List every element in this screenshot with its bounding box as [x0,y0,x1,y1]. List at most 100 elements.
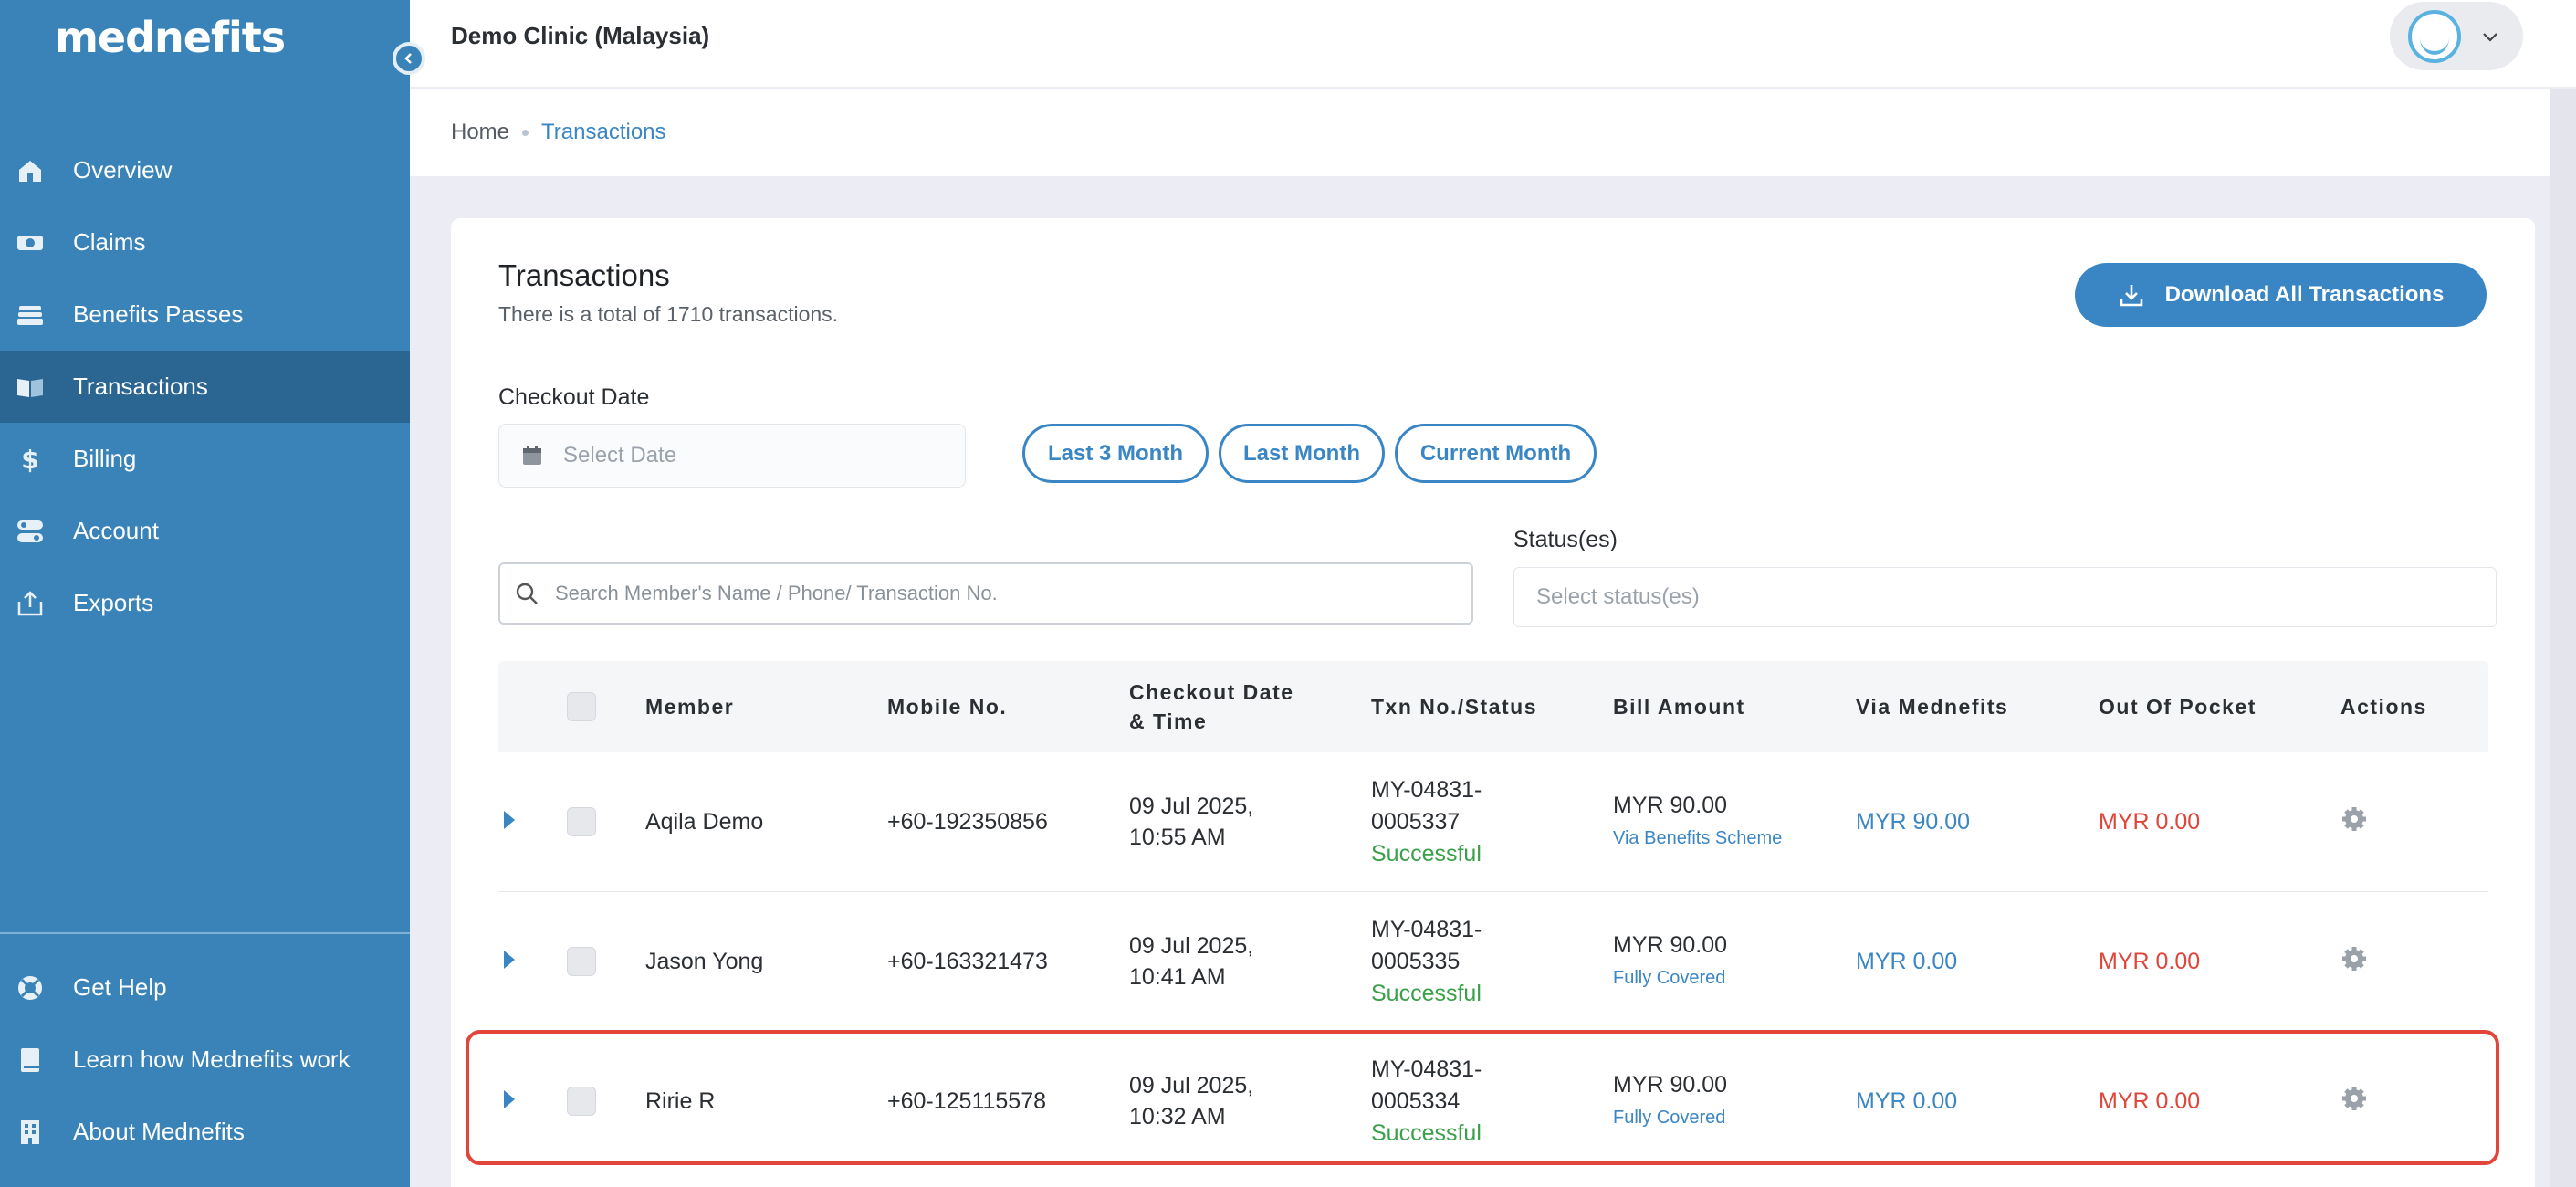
header-select [567,692,645,721]
sidebar-item-account[interactable]: Account [0,495,410,567]
sidebar-item-label: Learn how Mednefits work [73,1045,351,1073]
select-cell [567,807,645,836]
page-edge [2550,89,2576,1187]
bill-cell: MYR 90.00 Fully Covered [1613,929,1856,994]
transactions-card: Transactions There is a total of 1710 tr… [451,218,2535,1187]
row-checkbox[interactable] [567,807,596,836]
sidebar-item-label: Transactions [73,373,208,400]
current-month-button[interactable]: Current Month [1395,424,1597,483]
svg-text:$: $ [21,445,38,474]
via-mednefits-amount: MYR 0.00 [1856,1087,1958,1114]
checkout-time: 10:55 AM [1129,825,1226,850]
gear-icon[interactable] [2340,805,2368,833]
money-icon [15,227,46,258]
bill-cell: MYR 90.00 Fully Covered [1613,1068,1856,1134]
sidebar-item-benefits-passes[interactable]: Benefits Passes [0,278,410,351]
header-checkout[interactable]: Checkout Date & Time [1129,678,1371,736]
txn-cell: MY-04831- 0005337 Successful [1371,774,1613,870]
checkout-date-label: Checkout Date [498,384,650,410]
header-mobile[interactable]: Mobile No. [887,695,1129,720]
bill-cell: MYR 90.00 Via Benefits Scheme [1613,789,1856,855]
expand-caret-icon[interactable] [504,810,515,829]
status-select[interactable]: Select status(es) [1513,567,2497,627]
search-input[interactable]: Search Member's Name / Phone/ Transactio… [498,562,1473,625]
via-mednefits-amount: MYR 0.00 [1856,948,1958,974]
sidebar-item-label: Account [73,517,159,544]
page-title: Transactions [498,258,670,292]
sidebar-item-label: About Mednefits [73,1118,245,1145]
user-menu[interactable] [2390,2,2523,70]
gear-icon[interactable] [2340,945,2368,972]
last-month-button[interactable]: Last Month [1219,424,1385,483]
header-checkout-line1: Checkout Date [1129,680,1294,704]
status-placeholder: Select status(es) [1536,584,1700,609]
header-actions: Actions [2340,694,2427,719]
txn-status: Successful [1371,1119,1482,1146]
mobile-number: +60-125115578 [887,1087,1047,1114]
bill-amount: MYR 90.00 [1613,1072,1728,1098]
select-all-checkbox[interactable] [567,692,596,721]
download-icon [2120,285,2142,307]
sidebar-item-transactions[interactable]: Transactions [0,351,410,423]
last-3-month-button[interactable]: Last 3 Month [1022,424,1209,483]
member-name: Jason Yong [645,948,764,974]
sidebar-collapse-button[interactable] [393,42,425,75]
member-name: Aqila Demo [645,808,764,835]
sidebar-item-claims[interactable]: Claims [0,206,410,278]
checkout-datetime: 09 Jul 2025, 10:55 AM [1129,791,1371,853]
txn-number-part2: 0005337 [1371,808,1461,835]
expand-cell [498,1088,567,1115]
table-row[interactable]: Aqila Demo +60-192350856 09 Jul 2025, 10… [498,752,2488,892]
checkout-date: 09 Jul 2025, [1129,793,1254,819]
txn-number-part1: MY-04831- [1371,1056,1482,1082]
breadcrumb-home[interactable]: Home [451,120,509,145]
book-icon [15,372,46,403]
mobile-number: +60-163321473 [887,948,1048,974]
table-row[interactable]: Jason Yong +60-163321473 09 Jul 2025, 10… [498,892,2488,1032]
transactions-table: Member Mobile No. Checkout Date & Time T… [498,661,2488,1171]
export-icon [15,588,46,619]
sidebar-item-label: Overview [73,156,173,184]
actions-cell [2340,805,2477,839]
header-member[interactable]: Member [645,695,887,720]
mednefits-logo[interactable]: mednefits [55,13,286,62]
actions-cell [2340,1085,2477,1119]
table-row[interactable]: Ririe R +60-125115578 09 Jul 2025, 10:32… [498,1032,2488,1171]
sidebar-item-overview[interactable]: Overview [0,134,410,206]
book-closed-icon [15,1045,46,1076]
expand-caret-icon[interactable] [504,1089,515,1108]
sidebar-divider [0,932,410,934]
txn-cell: MY-04831- 0005334 Successful [1371,1054,1613,1150]
sidebar-item-exports[interactable]: Exports [0,567,410,639]
dollar-icon: $ [15,444,46,475]
header-via[interactable]: Via Mednefits [1856,695,2099,720]
search-icon [516,583,538,604]
chevron-left-icon [404,53,412,64]
row-checkbox[interactable] [567,1087,596,1116]
download-all-button[interactable]: Download All Transactions [2075,263,2487,327]
gear-icon[interactable] [2340,1085,2368,1112]
sidebar-item-about[interactable]: About Mednefits [0,1096,410,1168]
top-header: Demo Clinic (Malaysia) [410,0,2576,88]
bill-amount: MYR 90.00 [1613,793,1728,818]
sidebar-item-billing[interactable]: $ Billing [0,423,410,495]
sidebar-item-get-help[interactable]: Get Help [0,951,410,1024]
checkout-date-field[interactable]: Select Date [498,424,966,488]
bill-note: Fully Covered [1613,1108,1726,1128]
row-checkbox[interactable] [567,947,596,976]
checkout-datetime: 09 Jul 2025, 10:32 AM [1129,1070,1371,1132]
breadcrumb-current: Transactions [541,120,666,144]
bill-note: Fully Covered [1613,968,1726,988]
header-txn[interactable]: Txn No./Status [1371,691,1613,723]
sidebar-bottom-nav: Get Help Learn how Mednefits work About … [0,951,410,1168]
status-label: Status(es) [1513,527,1618,552]
sidebar-item-learn[interactable]: Learn how Mednefits work [0,1024,410,1096]
header-oop[interactable]: Out Of Pocket [2099,695,2340,720]
txn-status: Successful [1371,980,1482,1006]
header-bill[interactable]: Bill Amount [1613,690,1856,723]
select-cell [567,947,645,976]
txn-cell: MY-04831- 0005335 Successful [1371,914,1613,1010]
toggle-icon [15,516,46,547]
chevron-down-icon [2483,32,2497,42]
expand-caret-icon[interactable] [504,950,515,969]
